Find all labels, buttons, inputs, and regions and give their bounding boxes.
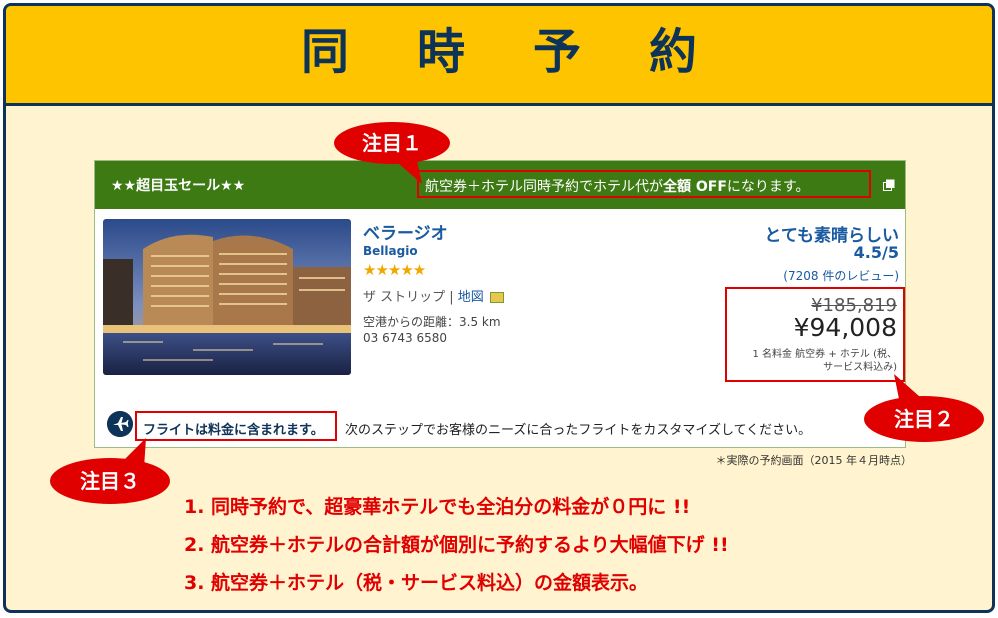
rating-score: 4.5/5 [853, 243, 899, 262]
sale-bar: ★★超目玉セール★★ 航空券＋ホテル同時予約でホテル代が全額 OFFになります。 [95, 161, 905, 209]
price-note-2: サービス料込み) [823, 362, 897, 373]
hotel-name[interactable]: ベラージオ [363, 219, 448, 244]
current-price: ¥94,008 [793, 313, 897, 342]
screenshot-footnote: ＊実際の予約画面（2015 年４月時点） [715, 454, 913, 467]
hotel-card[interactable]: ★★超目玉セール★★ 航空券＋ホテル同時予約でホテル代が全額 OFFになります。 [94, 160, 906, 448]
hotel-phone: 03 6743 6580 [363, 331, 447, 345]
flight-included-text: フライトは料金に含まれます。 [143, 423, 324, 438]
flight-customize-text: 次のステップでお客様のニーズに合ったフライトをカスタマイズしてください。 [345, 423, 812, 438]
key-point: 3. 航空券＋ホテル（税・サービス料込）の金額表示。 [184, 572, 649, 594]
callout-2: 注目２ [864, 396, 984, 442]
map-icon[interactable] [489, 292, 504, 303]
map-link[interactable]: 地図 [458, 290, 484, 305]
hotel-name-en: Bellagio [363, 244, 418, 258]
sale-label: ★★超目玉セール★★ [111, 178, 246, 194]
area-text: ザ ストリップ [363, 290, 446, 305]
key-point: 1. 同時予約で、超豪華ホテルでも全泊分の料金が０円に !! [184, 496, 691, 518]
callout-3: 注目３ [50, 458, 170, 504]
key-points-list: 1. 同時予約で、超豪華ホテルでも全泊分の料金が０円に !! 2. 航空券＋ホテ… [184, 488, 729, 602]
infographic-frame: 同時予約 ★★超目玉セール★★ 航空券＋ホテル同時予約でホテル代が全額 OFFに… [3, 3, 995, 613]
airplane-icon [107, 411, 133, 437]
header-banner: 同時予約 [6, 6, 992, 106]
hotel-photo[interactable] [103, 219, 351, 375]
key-point: 2. 航空券＋ホテルの合計額が個別に予約するより大幅値下げ !! [184, 534, 729, 556]
callout-1: 注目１ [334, 122, 450, 164]
review-count-link[interactable]: (7208 件のレビュー) [783, 267, 899, 284]
hotel-location: ザ ストリップ | 地図 [363, 286, 504, 305]
promo-text: 航空券＋ホテル同時予約でホテル代が全額 OFFになります。 [425, 179, 810, 195]
airport-distance: 空港からの距離：3.5 km [363, 315, 501, 329]
external-link-icon[interactable] [883, 179, 895, 191]
page-title: 同時予約 [300, 24, 765, 80]
star-rating: ★★★★★ [363, 261, 426, 279]
